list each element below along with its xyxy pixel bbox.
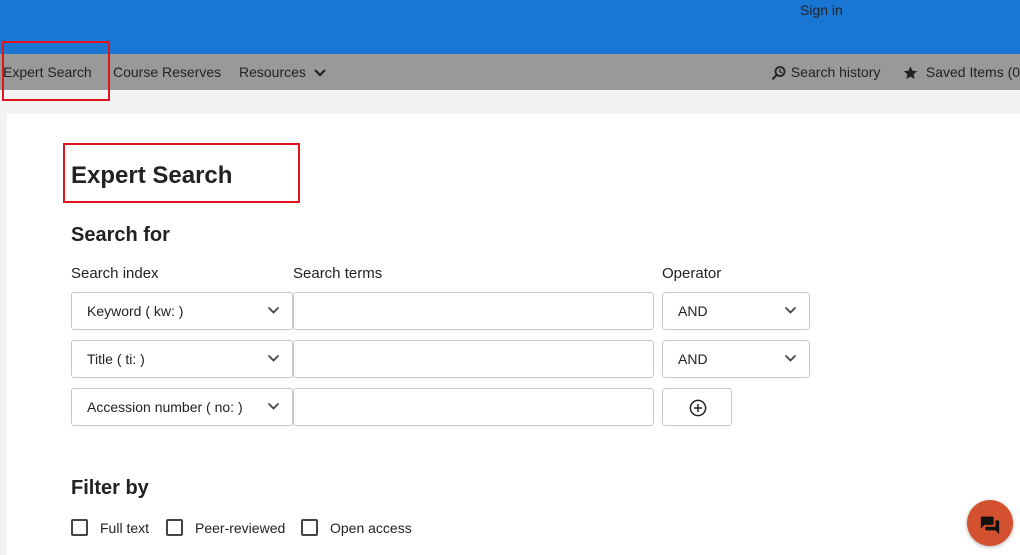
search-index-value-3: Accession number ( no: ) — [87, 399, 243, 415]
open-access-label: Open access — [330, 520, 412, 536]
nav-resources-label: Resources — [239, 64, 306, 80]
nav-saved-items-label: Saved Items (0) — [925, 64, 1020, 80]
peer-reviewed-label: Peer-reviewed — [195, 520, 286, 536]
operator-select-2[interactable]: AND — [662, 340, 810, 378]
operator-label: Operator — [662, 265, 722, 282]
search-terms-input-1[interactable] — [293, 292, 654, 330]
add-row-button[interactable] — [662, 388, 732, 426]
operator-select-1[interactable]: AND — [662, 292, 810, 330]
top-header-bar: Sign in — [0, 0, 1020, 54]
search-history-icon — [771, 66, 786, 81]
filter-by-heading: Filter by — [71, 477, 149, 499]
main-navigation: Expert Search Course Reserves Resources … — [0, 54, 1020, 90]
nav-course-reserves[interactable]: Course Reserves — [113, 54, 221, 90]
search-index-select-1[interactable]: Keyword ( kw: ) — [71, 292, 293, 330]
search-index-value-1: Keyword ( kw: ) — [87, 303, 184, 319]
operator-value-2: AND — [678, 351, 708, 367]
chevron-down-icon — [267, 306, 280, 314]
search-for-heading: Search for — [71, 224, 170, 246]
page-title: Expert Search — [71, 162, 233, 189]
search-index-value-2: Title ( ti: ) — [87, 351, 145, 367]
search-index-select-3[interactable]: Accession number ( no: ) — [71, 388, 293, 426]
open-access-checkbox[interactable] — [301, 519, 318, 536]
chevron-down-icon — [267, 354, 280, 362]
chevron-down-icon — [267, 402, 280, 410]
search-terms-input-3[interactable] — [293, 388, 654, 426]
nav-resources[interactable]: Resources — [239, 54, 327, 90]
nav-search-history-label: Search history — [790, 64, 881, 80]
operator-value-1: AND — [678, 303, 708, 319]
star-icon — [903, 66, 918, 80]
chevron-down-icon — [784, 306, 797, 314]
chevron-down-icon — [314, 69, 326, 77]
full-text-label: Full text — [100, 520, 150, 536]
search-terms-input-2[interactable] — [293, 340, 654, 378]
chevron-down-icon — [784, 354, 797, 362]
chat-icon — [980, 516, 1000, 535]
sign-in-link[interactable]: Sign in — [800, 2, 843, 18]
nav-search-history[interactable]: Search history — [771, 54, 880, 90]
full-text-checkbox[interactable] — [71, 519, 88, 536]
plus-circle-icon — [689, 399, 707, 417]
peer-reviewed-checkbox[interactable] — [166, 519, 183, 536]
chat-button[interactable] — [967, 500, 1013, 546]
search-index-label: Search index — [71, 265, 159, 282]
nav-saved-items[interactable]: Saved Items (0) — [902, 54, 1020, 90]
search-index-select-2[interactable]: Title ( ti: ) — [71, 340, 293, 378]
search-terms-label: Search terms — [293, 265, 383, 282]
nav-expert-search[interactable]: Expert Search — [3, 54, 92, 90]
